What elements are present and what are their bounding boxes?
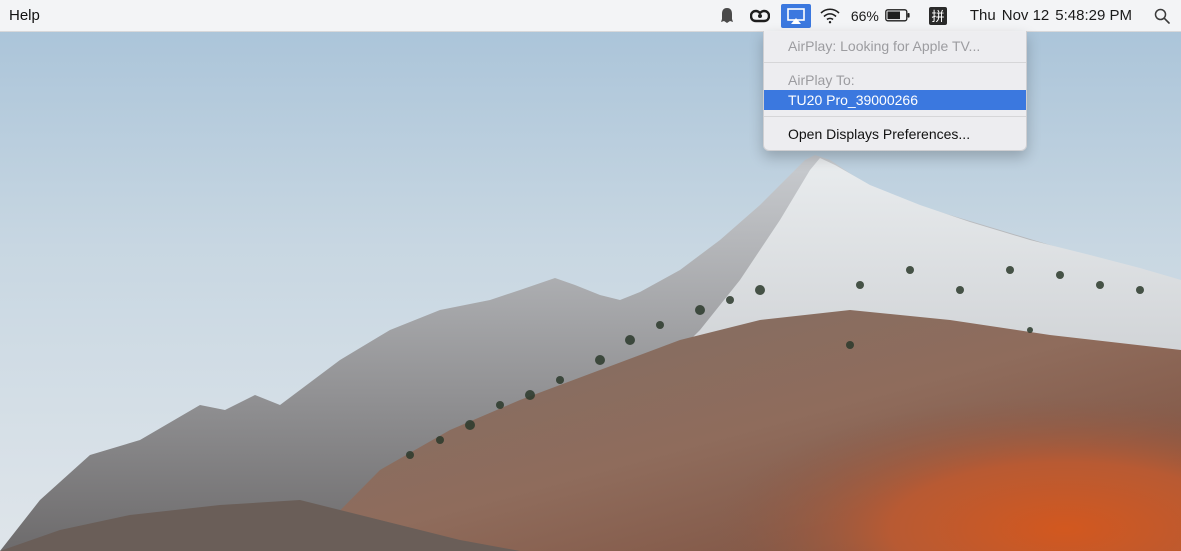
status-bar-items: 66% 拼 Thu Nov 12 5:48:29 PM: [715, 0, 1181, 31]
menu-bar: Help 66% 拼 Thu Nov 12 5:48:29 PM: [0, 0, 1181, 32]
menubar-clock[interactable]: Thu Nov 12 5:48:29 PM: [970, 0, 1132, 31]
battery-icon[interactable]: [884, 0, 912, 31]
airplay-dropdown-menu: AirPlay: Looking for Apple TV... AirPlay…: [763, 31, 1027, 151]
battery-percent[interactable]: 66%: [851, 0, 879, 31]
ghost-icon[interactable]: [715, 0, 739, 31]
pinyin-glyph: 拼: [931, 10, 944, 25]
spotlight-search-icon[interactable]: [1153, 0, 1171, 31]
creative-cloud-icon[interactable]: [747, 0, 773, 31]
airplay-icon[interactable]: [780, 3, 811, 28]
open-displays-preferences-item[interactable]: Open Displays Preferences...: [764, 124, 1026, 144]
menu-separator: [764, 116, 1026, 117]
airplay-status-text: AirPlay: Looking for Apple TV...: [788, 38, 981, 54]
airplay-to-header: AirPlay To:: [788, 72, 855, 88]
menu-separator: [764, 62, 1026, 63]
pinyin-input-icon[interactable]: 拼: [928, 0, 948, 31]
clock-day: Thu: [969, 7, 996, 24]
help-menu[interactable]: Help: [9, 7, 40, 24]
clock-time: 5:48:29 PM: [1055, 7, 1132, 24]
airplay-device-item[interactable]: TU20 Pro_39000266: [764, 90, 1026, 110]
wifi-icon[interactable]: [817, 0, 843, 31]
clock-date: Nov 12: [1001, 7, 1050, 24]
